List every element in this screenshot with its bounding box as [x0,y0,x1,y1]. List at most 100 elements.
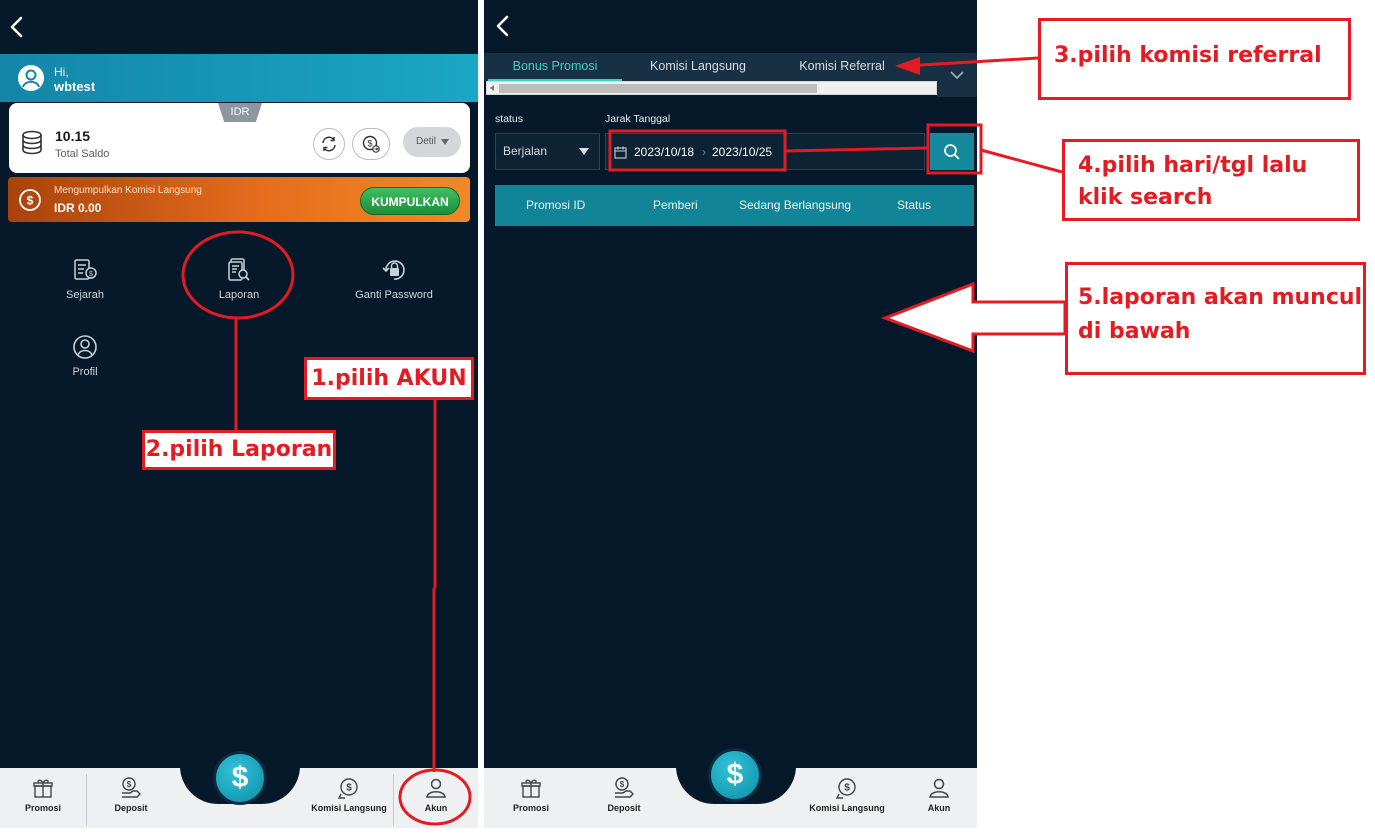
status-select-value: Berjalan [503,144,548,158]
caret-down-icon [441,139,449,145]
svg-text:$: $ [367,139,372,149]
user-icon [426,778,446,798]
nav-divider [393,774,394,826]
menu-label-profil: Profil [72,366,98,378]
column-header-pemberi: Pemberi [653,198,698,212]
nav-label-akun: Akun [927,803,951,813]
column-header-promosi-id: Promosi ID [526,198,586,212]
refresh-icon [322,136,336,152]
step2-callout: 2.pilih Laporan [142,430,336,470]
nav-item-komisi-langsung[interactable]: $ Komisi Langsung [306,776,392,813]
dollar-fab-button[interactable]: $ [708,748,762,802]
date-to[interactable]: 2023/10/25 [712,145,772,159]
username-text: wbtest [54,79,96,94]
profile-icon [72,334,98,360]
tab-komisi-langsung[interactable]: Komisi Langsung [632,53,764,81]
column-header-status: Status [897,198,932,212]
search-icon [944,144,960,160]
transfer-button[interactable]: $ [352,128,390,160]
nav-label-deposit: Deposit [607,803,641,813]
refresh-button[interactable] [313,128,345,160]
calendar-icon [614,146,627,159]
komisi-collect-bar: $ Mengumpulkan Komisi Langsung IDR 0.00 … [8,177,470,222]
account-screen: Hi, wbtest IDR 10.15 Total Saldo $ Detil… [0,0,478,828]
back-chevron-icon[interactable] [488,11,518,41]
history-icon: $ [72,257,98,283]
report-screen: Bonus Promosi Komisi Langsung Komisi Ref… [484,0,977,828]
dollar-fab-button[interactable]: $ [213,751,267,805]
nav-label-promosi: Promosi [24,803,61,813]
report-tabs: Bonus Promosi Komisi Langsung Komisi Ref… [484,53,977,81]
balance-amount: 10.15 [55,128,91,144]
step4-connector [980,148,1063,174]
column-header-sedang-berlangsung: Sedang Berlangsung [739,198,852,212]
date-separator-icon: › [702,145,706,159]
step3-callout: 3.pilih komisi referral [1038,18,1351,100]
svg-text:$: $ [127,780,132,789]
date-range-label: Jarak Tanggal [605,113,671,125]
currency-badge: IDR [218,103,262,122]
step1-callout: 1.pilih AKUN [304,357,474,400]
nav-item-komisi-langsung[interactable]: $ Komisi Langsung [802,776,892,813]
chevron-down-icon [950,71,964,80]
svg-text:$: $ [27,194,34,208]
nav-label-komisi-langsung: Komisi Langsung [311,803,387,813]
menu-item-laporan[interactable]: Laporan [184,257,294,301]
step4-callout: 4.pilih hari/tgl lalu klik search [1062,139,1360,221]
komisi-label: Mengumpulkan Komisi Langsung [54,185,202,196]
detail-button[interactable]: Detil [403,127,461,157]
nav-item-promosi[interactable]: Promosi [502,776,560,813]
detail-button-label: Detil [416,136,437,147]
tabs-expand-button[interactable] [937,53,977,97]
nav-item-deposit[interactable]: $ Deposit [100,776,162,813]
back-chevron-icon[interactable] [2,12,32,42]
gift-icon [33,779,53,798]
nav-label-promosi: Promosi [512,803,549,813]
nav-item-deposit[interactable]: $ Deposit [593,776,655,813]
menu-item-profil[interactable]: Profil [30,334,140,378]
menu-item-sejarah[interactable]: $ Sejarah [30,257,140,301]
collect-button[interactable]: KUMPULKAN [360,187,460,215]
report-table-header: Promosi ID Pemberi Sedang Berlangsung St… [495,185,974,226]
svg-text:$: $ [346,783,352,794]
greeting-text: Hi, [54,65,69,79]
svg-text:$: $ [620,780,625,789]
commission-icon: $ [835,778,856,799]
tabs-scrollbar[interactable] [486,81,937,95]
komisi-amount: IDR 0.00 [54,201,102,215]
svg-text:$: $ [89,271,93,278]
deposit-icon: $ [122,777,141,798]
step5-callout: 5.laporan akan muncul di bawah [1065,262,1366,375]
user-icon [929,778,949,798]
menu-item-ganti-password[interactable]: Ganti Password [339,257,449,301]
gift-icon [521,779,541,798]
tab-bonus-promosi[interactable]: Bonus Promosi [488,53,622,81]
nav-item-akun[interactable]: Akun [410,776,462,813]
deposit-icon: $ [615,777,634,798]
coins-icon [20,130,44,156]
dollar-transfer-icon: $ [362,135,380,153]
menu-label-sejarah: Sejarah [66,289,104,301]
menu-label-ganti-password: Ganti Password [355,289,433,301]
date-from[interactable]: 2023/10/18 [634,145,694,159]
screenshot-stage: Hi, wbtest IDR 10.15 Total Saldo $ Detil… [0,0,1375,835]
report-icon [226,257,252,283]
lock-icon [381,257,407,283]
avatar-icon[interactable] [18,65,44,91]
date-range-picker[interactable]: 2023/10/18 › 2023/10/25 [605,133,925,170]
svg-text:$: $ [844,783,850,794]
nav-item-akun[interactable]: Akun [913,776,965,813]
scrollbar-thumb[interactable] [499,84,817,93]
commission-icon: $ [337,778,358,799]
search-button[interactable] [930,133,974,170]
nav-label-deposit: Deposit [114,803,148,813]
status-label: status [495,113,524,125]
commission-icon: $ [18,188,42,212]
tab-komisi-referral[interactable]: Komisi Referral [776,53,908,81]
caret-down-icon [579,148,589,155]
greeting-bar: Hi, wbtest [0,54,478,102]
nav-divider [86,774,87,826]
scroll-left-icon[interactable] [490,85,494,91]
nav-item-promosi[interactable]: Promosi [14,776,72,813]
status-select[interactable]: Berjalan [495,133,600,170]
